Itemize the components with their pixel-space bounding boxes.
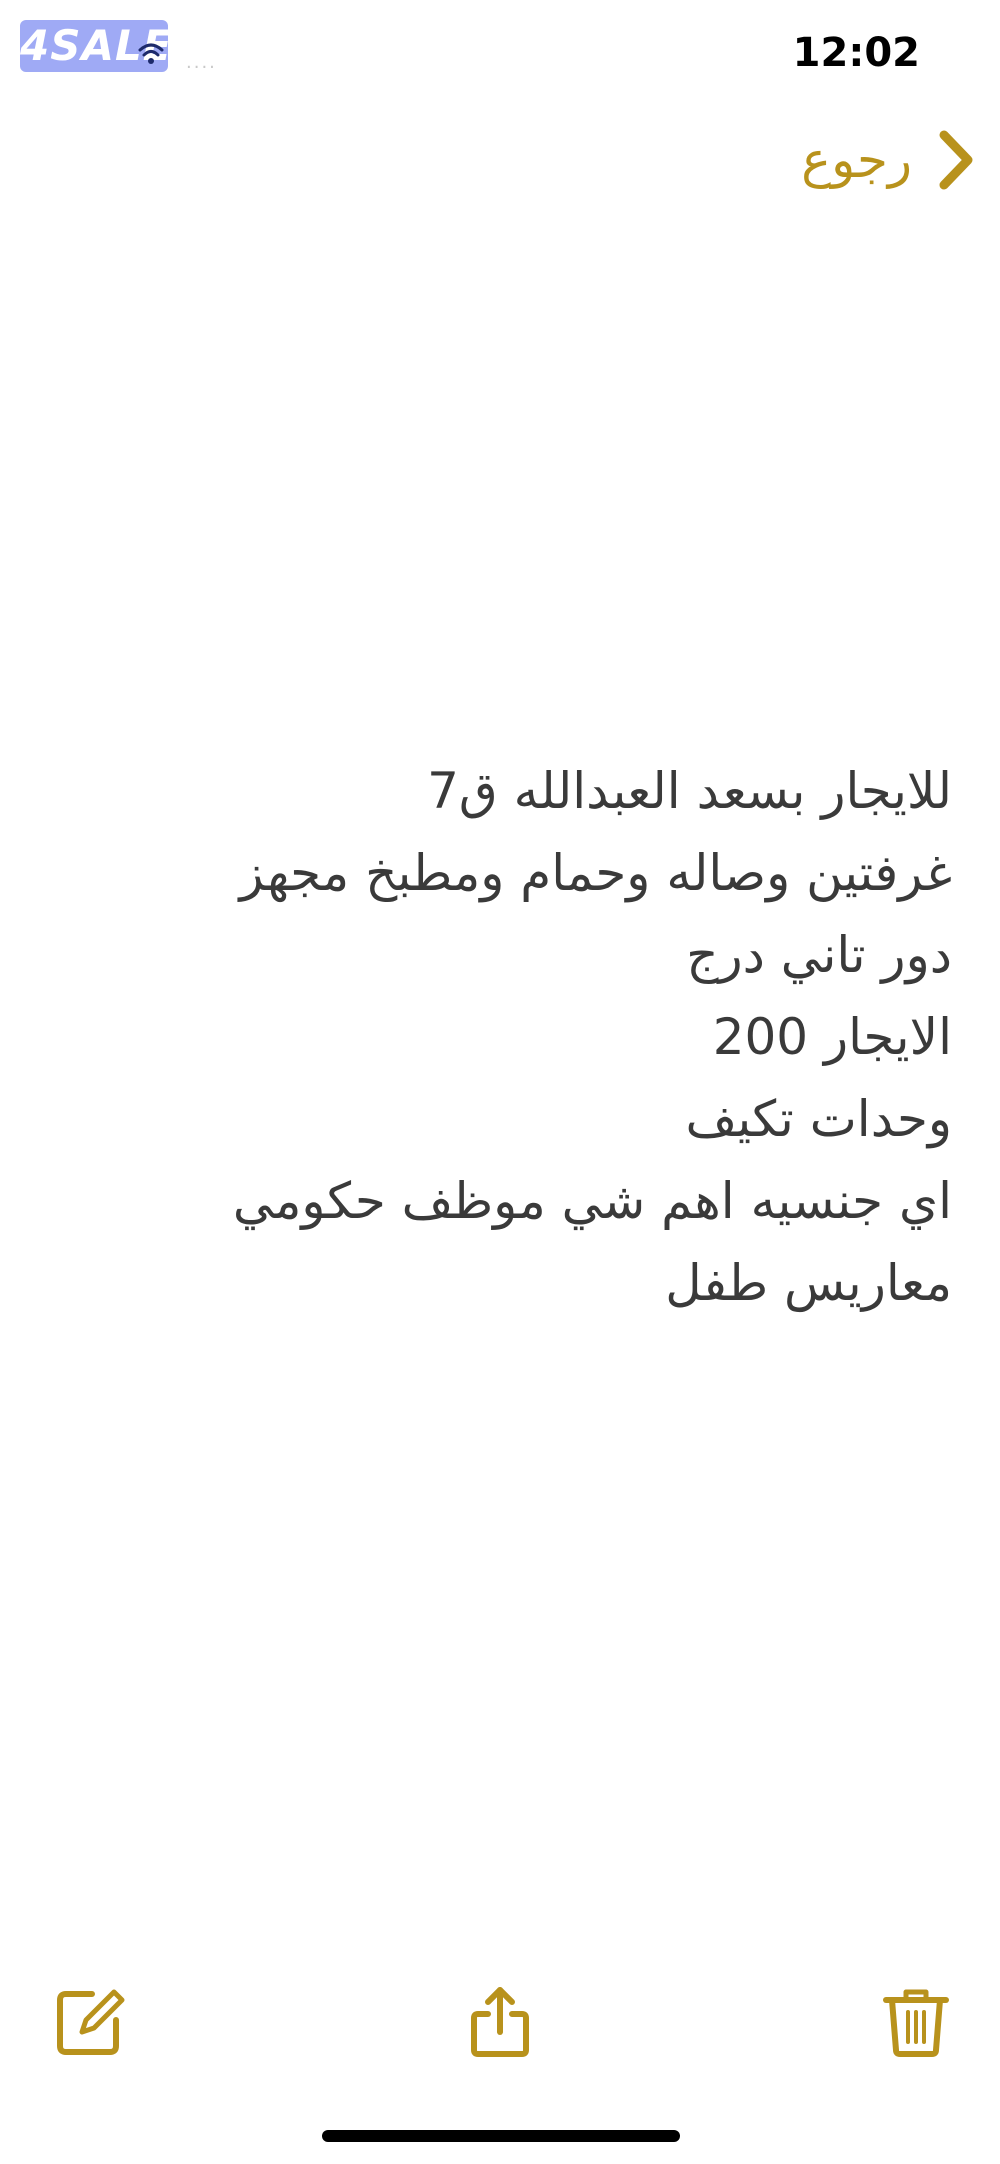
share-icon[interactable] (462, 1984, 538, 2060)
chevron-right-icon (939, 130, 973, 190)
note-line: اي جنسيه اهم شي موظف حكومي (232, 1172, 952, 1230)
home-indicator[interactable] (322, 2130, 680, 2142)
note-line: دور تاني درج (686, 926, 952, 984)
signal-indicator: .... (186, 52, 217, 73)
back-button[interactable]: رجوع (801, 122, 978, 198)
navigation-bar: رجوع (0, 110, 1000, 210)
bottom-toolbar (0, 1970, 1000, 2090)
note-line: الايجار 200 (712, 1008, 952, 1066)
note-line: معاريس طفل (665, 1254, 952, 1312)
back-label: رجوع (801, 131, 912, 189)
note-line: وحدات تكيف (685, 1090, 952, 1148)
note-line: غرفتين وصاله وحمام ومطبخ مجهز (239, 844, 952, 902)
wifi-icon (138, 43, 164, 64)
status-bar: 4SALE .... 12:02 (0, 0, 1000, 110)
compose-icon[interactable] (52, 1984, 128, 2060)
status-time: 12:02 (792, 30, 920, 76)
trash-icon[interactable] (878, 1984, 954, 2060)
note-line: للايجار بسعد العبدالله ق7 (427, 762, 952, 820)
note-body[interactable]: للايجار بسعد العبدالله ق7 غرفتين وصاله و… (72, 750, 952, 1324)
